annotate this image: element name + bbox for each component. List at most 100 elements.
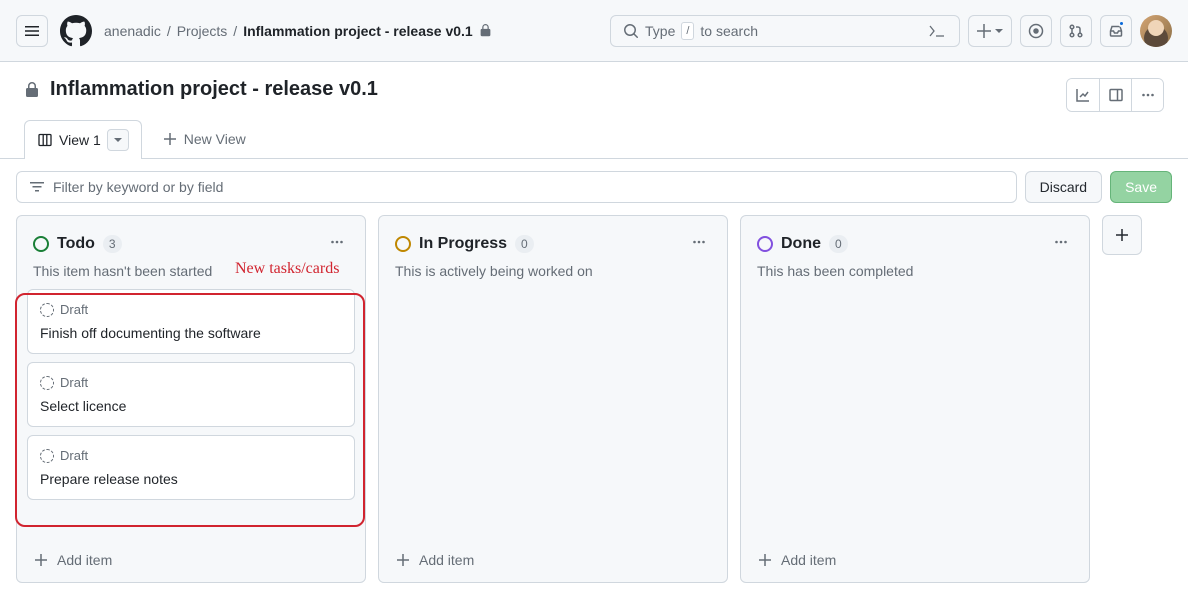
column-todo: Todo 3 This item hasn't been started Dra… bbox=[16, 215, 366, 583]
discard-button[interactable]: Discard bbox=[1025, 171, 1102, 203]
page-title: Inflammation project - release v0.1 bbox=[50, 78, 378, 101]
caret-down-icon bbox=[113, 135, 123, 145]
tab-label: View 1 bbox=[59, 132, 101, 148]
search-kbd: / bbox=[681, 22, 694, 40]
issue-icon bbox=[1028, 23, 1044, 39]
column-label: In Progress 0 bbox=[395, 235, 534, 253]
github-icon bbox=[60, 15, 92, 47]
card-status-row: Draft bbox=[40, 302, 342, 317]
card-status: Draft bbox=[60, 375, 88, 390]
count-badge: 3 bbox=[103, 235, 122, 253]
plus-icon bbox=[976, 23, 992, 39]
save-button[interactable]: Save bbox=[1110, 171, 1172, 203]
issues-button[interactable] bbox=[1020, 15, 1052, 47]
draft-icon bbox=[40, 303, 54, 317]
panel-button[interactable] bbox=[1099, 79, 1131, 111]
command-palette-icon[interactable] bbox=[927, 21, 947, 41]
add-item-label: Add item bbox=[57, 552, 112, 568]
card-title: Finish off documenting the software bbox=[40, 325, 342, 341]
plus-icon bbox=[395, 552, 411, 568]
pull-requests-button[interactable] bbox=[1060, 15, 1092, 47]
card[interactable]: Draft Select licence bbox=[27, 362, 355, 427]
user-avatar[interactable] bbox=[1140, 15, 1172, 47]
card-status: Draft bbox=[60, 302, 88, 317]
kebab-icon bbox=[1053, 234, 1069, 250]
add-item-label: Add item bbox=[419, 552, 474, 568]
card-status-row: Draft bbox=[40, 375, 342, 390]
column-menu-button[interactable] bbox=[325, 230, 349, 257]
kebab-icon bbox=[1140, 87, 1156, 103]
column-menu-button[interactable] bbox=[1049, 230, 1073, 257]
tab-dropdown[interactable] bbox=[107, 129, 129, 151]
plus-icon bbox=[1114, 227, 1130, 243]
hamburger-icon bbox=[24, 23, 40, 39]
column-menu-button[interactable] bbox=[687, 230, 711, 257]
column-in-progress: In Progress 0 This is actively being wor… bbox=[378, 215, 728, 583]
tab-view1[interactable]: View 1 bbox=[24, 120, 142, 159]
column-header: In Progress 0 bbox=[389, 226, 717, 263]
column-label: Todo 3 bbox=[33, 235, 122, 253]
chart-icon bbox=[1075, 87, 1091, 103]
column-name: Todo bbox=[57, 235, 95, 253]
add-column-button[interactable] bbox=[1102, 215, 1142, 255]
github-logo[interactable] bbox=[60, 15, 92, 47]
status-circle-icon bbox=[395, 236, 411, 252]
board-icon bbox=[37, 132, 53, 148]
draft-icon bbox=[40, 449, 54, 463]
search-input[interactable]: Type / to search bbox=[610, 15, 960, 47]
new-view-button[interactable]: New View bbox=[150, 123, 258, 155]
plus-icon bbox=[162, 131, 178, 147]
create-new-button[interactable] bbox=[968, 15, 1012, 47]
header-right: Type / to search bbox=[610, 15, 1172, 47]
plus-icon bbox=[33, 552, 49, 568]
kebab-icon bbox=[691, 234, 707, 250]
draft-icon bbox=[40, 376, 54, 390]
count-badge: 0 bbox=[829, 235, 848, 253]
top-header: anenadic / Projects / Inflammation proje… bbox=[0, 0, 1188, 62]
board: Todo 3 This item hasn't been started Dra… bbox=[0, 215, 1188, 599]
breadcrumb-user[interactable]: anenadic bbox=[104, 23, 161, 39]
column-desc: This item hasn't been started bbox=[27, 263, 355, 289]
breadcrumb: anenadic / Projects / Inflammation proje… bbox=[104, 23, 492, 39]
title-actions bbox=[1066, 78, 1164, 112]
title-row: Inflammation project - release v0.1 bbox=[24, 78, 378, 101]
new-view-label: New View bbox=[184, 131, 246, 147]
add-item-label: Add item bbox=[781, 552, 836, 568]
card-status: Draft bbox=[60, 448, 88, 463]
card-title: Select licence bbox=[40, 398, 342, 414]
filter-icon bbox=[29, 179, 45, 195]
filter-input[interactable]: Filter by keyword or by field bbox=[16, 171, 1017, 203]
kebab-icon bbox=[329, 234, 345, 250]
plus-icon bbox=[757, 552, 773, 568]
card[interactable]: Draft Finish off documenting the softwar… bbox=[27, 289, 355, 354]
notification-dot bbox=[1118, 20, 1125, 27]
breadcrumb-sep: / bbox=[233, 23, 237, 39]
card[interactable]: Draft Prepare release notes bbox=[27, 435, 355, 500]
status-circle-icon bbox=[33, 236, 49, 252]
insights-button[interactable] bbox=[1067, 79, 1099, 111]
more-button[interactable] bbox=[1131, 79, 1163, 111]
hamburger-menu-button[interactable] bbox=[16, 15, 48, 47]
breadcrumb-projects[interactable]: Projects bbox=[177, 23, 228, 39]
column-header: Done 0 bbox=[751, 226, 1079, 263]
breadcrumb-current[interactable]: Inflammation project - release v0.1 bbox=[243, 23, 492, 39]
search-prefix: Type bbox=[645, 23, 675, 39]
breadcrumb-current-text: Inflammation project - release v0.1 bbox=[243, 23, 473, 39]
column-body: Draft Finish off documenting the softwar… bbox=[27, 289, 355, 542]
breadcrumb-sep: / bbox=[167, 23, 171, 39]
status-circle-icon bbox=[757, 236, 773, 252]
count-badge: 0 bbox=[515, 235, 534, 253]
tabs-row: View 1 New View bbox=[0, 112, 1188, 159]
pr-icon bbox=[1068, 23, 1084, 39]
add-item-button[interactable]: Add item bbox=[389, 542, 717, 572]
add-item-button[interactable]: Add item bbox=[27, 542, 355, 572]
column-header: Todo 3 bbox=[27, 226, 355, 263]
search-suffix: to search bbox=[700, 23, 758, 39]
column-desc: This is actively being worked on bbox=[389, 263, 717, 289]
column-name: In Progress bbox=[419, 235, 507, 253]
notifications-button[interactable] bbox=[1100, 15, 1132, 47]
add-item-button[interactable]: Add item bbox=[751, 542, 1079, 572]
column-done: Done 0 This has been completed Add item bbox=[740, 215, 1090, 583]
lock-icon bbox=[479, 24, 492, 37]
column-desc: This has been completed bbox=[751, 263, 1079, 289]
